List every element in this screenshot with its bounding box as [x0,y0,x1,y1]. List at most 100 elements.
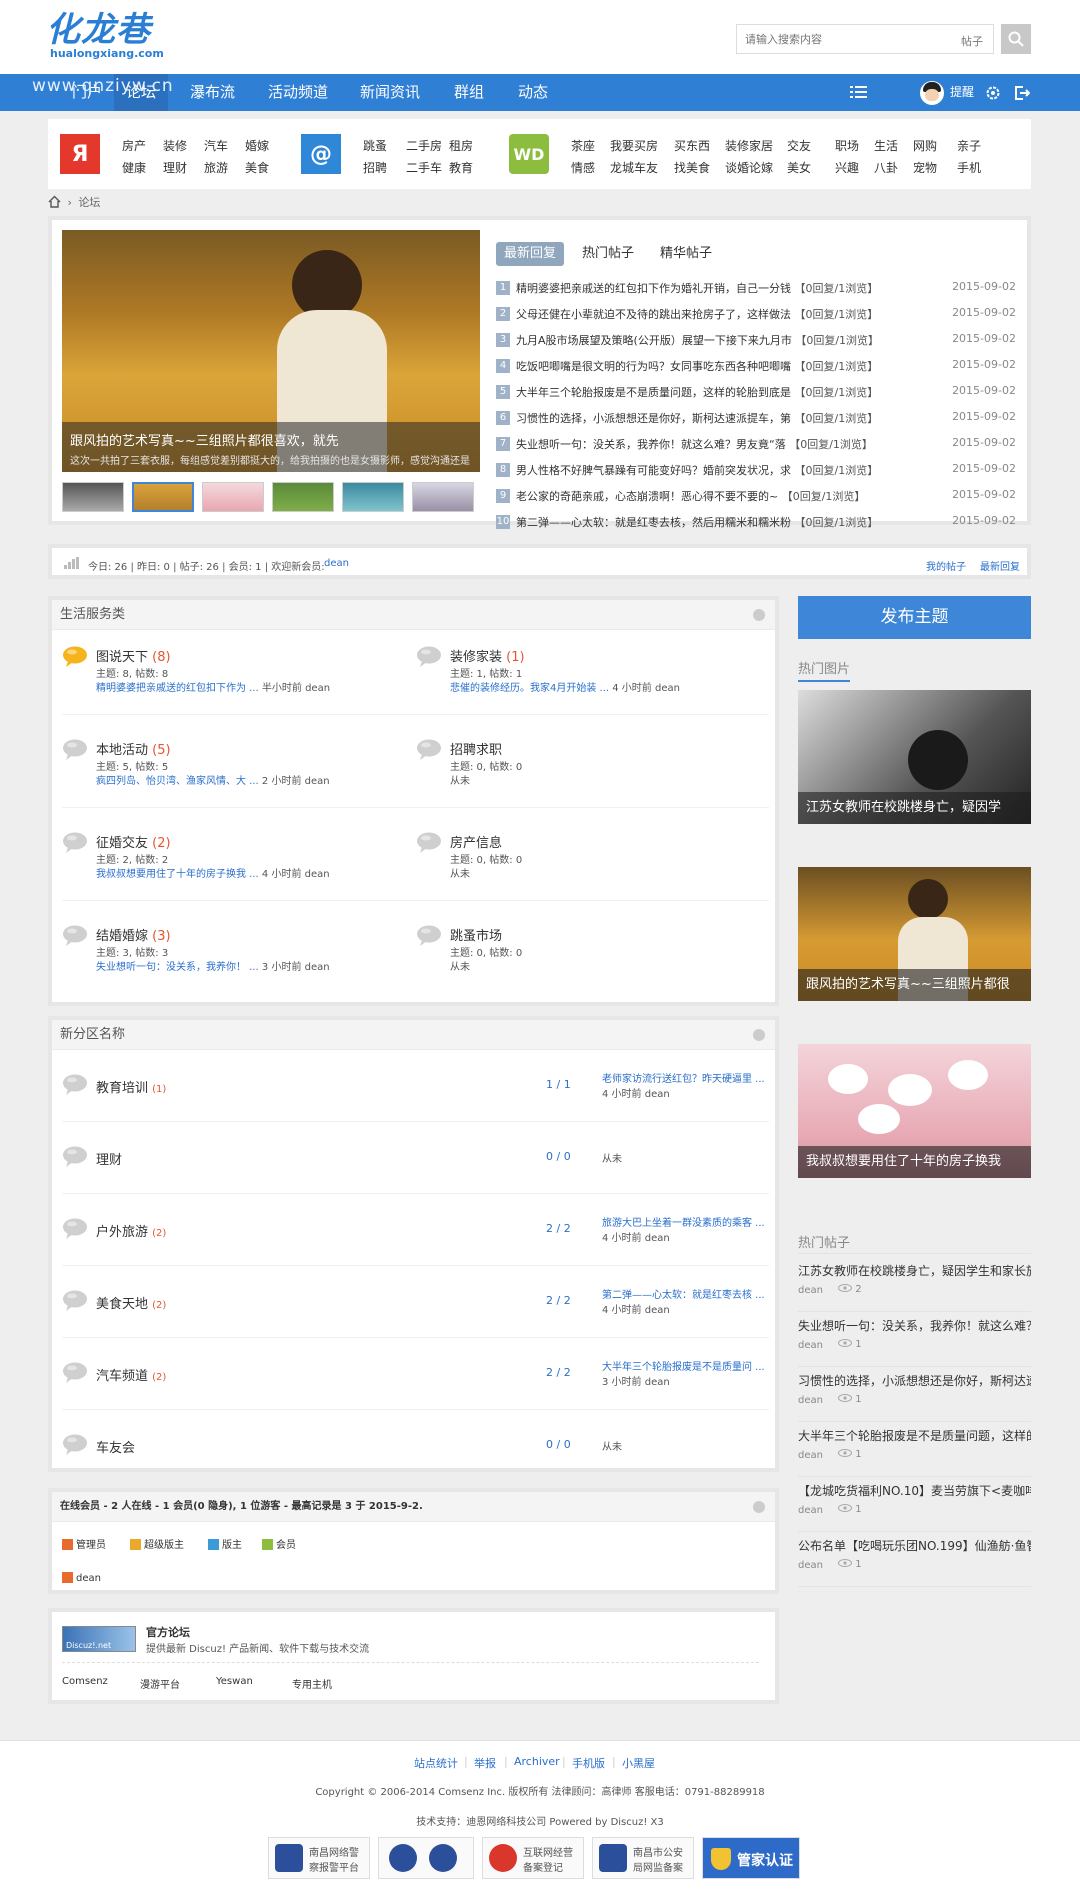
badge-police-report[interactable]: 南昌网络警察报警平台 [268,1837,370,1879]
forum-row[interactable]: 车友会 0 / 0 从未 [62,1410,769,1482]
nav-item-news[interactable]: 新闻资讯 [360,74,420,111]
online-user[interactable]: dean [62,1572,101,1584]
collapse-icon[interactable] [753,1501,765,1513]
link-manyou[interactable]: 漫游平台 [140,1676,180,1691]
post-row[interactable]: 8 男人性格不好脾气暴躁有可能变好吗？婚前突发状况，求 【0回复/1浏览】 2015… [496,460,1016,480]
forum-title[interactable]: 图说天下 (8) [96,646,171,665]
slide-caption[interactable]: 跟风拍的艺术写真~~三组照片都很喜欢，就先 这次一共拍了三套衣服，每组感觉差别都… [62,422,480,472]
avatar[interactable] [920,81,944,105]
category-link[interactable]: 教育 [449,159,473,176]
post-row[interactable]: 7 失业想听一句：没关系，我养你！就这么难？男友竟“落 【0回复/1浏览】 2015… [496,434,1016,454]
category-link[interactable]: 情感 [571,159,595,176]
hot-post-title[interactable]: 大半年三个轮胎报废是不是质量问题，这样的 [798,1427,1031,1444]
my-posts-link[interactable]: 我的帖子 [926,558,966,573]
category-link[interactable]: 生活 [874,137,898,154]
forum-item[interactable]: 本地活动 (5) 主题: 5, 帖数: 5 疯四列岛、怡贝湾、渔家风情、大 ... … [62,739,402,809]
category-link[interactable]: 装修家居 [725,137,773,154]
forum-title[interactable]: 户外旅游 (2) [96,1221,166,1240]
post-title[interactable]: 精明婆婆把亲戚送的红包扣下作为婚礼开销，自己一分钱 【0回复/1浏览】 [516,280,878,296]
forum-last-post[interactable]: 我叔叔想要用住了十年的房子换我 ... 4 小时前 dean [96,865,330,880]
footer-link[interactable]: 举报 [474,1755,496,1771]
category-icon-1[interactable]: Я [60,134,100,174]
forum-title[interactable]: 美食天地 (2) [96,1293,166,1312]
tab-hot[interactable]: 热门帖子 [582,242,634,266]
category-link[interactable]: 旅游 [204,159,228,176]
post-title[interactable]: 九月A股市场展望及策略(公开版）展望一下接下来九月市 【0回复/1浏览】 [516,332,879,348]
category-link[interactable]: 兴趣 [835,159,859,176]
post-title[interactable]: 习惯性的选择，小派想想还是你好，斯柯达速派提车，第 【0回复/1浏览】 [516,410,878,426]
forum-title[interactable]: 理财 [96,1149,122,1168]
forum-title[interactable]: 装修家装 (1) [450,646,525,665]
home-icon[interactable] [48,195,61,208]
footer-link[interactable]: 手机版 [572,1755,605,1771]
category-link[interactable]: 跳蚤 [363,137,387,154]
forum-title[interactable]: 汽车频道 (2) [96,1365,166,1384]
slide-thumb-3[interactable] [202,482,264,512]
gear-icon[interactable] [985,85,1001,101]
post-row[interactable]: 4 吃饭吧唧嘴是很文明的行为吗？女同事吃东西各种吧唧嘴 【0回复/1浏览】 2015… [496,356,1016,376]
forum-item[interactable]: 招聘求职 主题: 0, 帖数: 0 从未 [416,739,756,809]
search-input[interactable] [737,25,937,53]
category-link[interactable]: 汽车 [204,137,228,154]
forum-title[interactable]: 教育培训 (1) [96,1077,166,1096]
link-yeswan[interactable]: Yeswan [216,1676,253,1687]
category-link[interactable]: 网购 [913,137,937,154]
category-link[interactable]: 租房 [449,137,473,154]
post-title[interactable]: 失业想听一句：没关系，我养你！就这么难？男友竟“落 【0回复/1浏览】 [516,436,873,452]
hot-post-author[interactable]: dean [798,1505,823,1516]
tab-latest[interactable]: 最新回复 [496,242,565,266]
link-comsenz[interactable]: Comsenz [62,1676,108,1687]
hot-image-3[interactable]: 我叔叔想要用住了十年的房子换我 [798,1044,1031,1178]
category-link[interactable]: 宠物 [913,159,937,176]
category-link[interactable]: 亲子 [957,137,981,154]
badge-guanjia[interactable]: 管家认证 [702,1837,800,1879]
hot-post-item[interactable]: 公布名单【吃喝玩乐团NO.199】仙渔舫·鱼智 dean 1 [798,1533,1031,1587]
category-link[interactable]: 买东西 [674,137,710,154]
forum-item[interactable]: 跳蚤市场 主题: 0, 帖数: 0 从未 [416,925,756,995]
category-icon-2[interactable]: @ [301,134,341,174]
slide-thumb-1[interactable] [62,482,124,512]
post-title[interactable]: 第二弹——心太软：就是红枣去核，然后用糯米和糯米粉 【0回复/1浏览】 [516,514,878,530]
post-title[interactable]: 吃饭吧唧嘴是很文明的行为吗？女同事吃东西各种吧唧嘴 【0回复/1浏览】 [516,358,878,374]
forum-row[interactable]: 户外旅游 (2) 2 / 2 旅游大巴上坐着一群没素质的乘客 ... 4 小时前 de… [62,1194,769,1266]
category-link[interactable]: 二手房 [406,137,442,154]
category-link[interactable]: 美食 [245,159,269,176]
category-link[interactable]: 八卦 [874,159,898,176]
post-row[interactable]: 10 第二弹——心太软：就是红枣去核，然后用糯米和糯米粉 【0回复/1浏览】 201… [496,512,1016,532]
post-row[interactable]: 5 大半年三个轮胎报废是不是质量问题，这样的轮胎到底是 【0回复/1浏览】 2015… [496,382,1016,402]
hot-image-2[interactable]: 跟风拍的艺术写真~~三组照片都很 [798,867,1031,1001]
hot-post-author[interactable]: dean [798,1395,823,1406]
post-title[interactable]: 父母还健在小辈就迫不及待的跳出来抢房子了，这样做法 【0回复/1浏览】 [516,306,878,322]
post-row[interactable]: 1 精明婆婆把亲戚送的红包扣下作为婚礼开销，自己一分钱 【0回复/1浏览】 2015… [496,278,1016,298]
discuz-logo[interactable]: Discuz!.net [62,1626,136,1652]
footer-link[interactable]: Archiver [514,1755,560,1768]
hot-post-author[interactable]: dean [798,1560,823,1571]
badge-netsec[interactable]: 南昌市公安局网监备案 [592,1837,694,1879]
link-hosting[interactable]: 专用主机 [292,1676,332,1691]
forum-row[interactable]: 教育培训 (1) 1 / 1 老师家访流行送红包？昨天硬逼里 ... 4 小时前 de… [62,1050,769,1122]
hot-post-title[interactable]: 公布名单【吃喝玩乐团NO.199】仙渔舫·鱼智 [798,1537,1031,1554]
forum-last-post[interactable]: 旅游大巴上坐着一群没素质的乘客 ... [602,1214,765,1229]
category-link[interactable]: 手机 [957,159,981,176]
hot-post-item[interactable]: 江苏女教师在校跳楼身亡，疑因学生和家长施 dean 2 [798,1258,1031,1312]
nav-item-feed[interactable]: 动态 [518,74,548,111]
hot-post-title[interactable]: 江苏女教师在校跳楼身亡，疑因学生和家长施 [798,1262,1031,1279]
forum-last-post[interactable]: 精明婆婆把亲戚送的红包扣下作为 ... 半小时前 dean [96,679,330,694]
hot-post-item[interactable]: 失业想听一句：没关系，我养你！就这么难？ dean 1 [798,1313,1031,1367]
post-title[interactable]: 老公家的奇葩亲戚，心态崩溃啊！恶心得不要不要的~ 【0回复/1浏览】 [516,488,865,504]
search-button[interactable] [1001,24,1031,54]
slide-thumb-5[interactable] [342,482,404,512]
category-link[interactable]: 交友 [787,137,811,154]
post-title[interactable]: 大半年三个轮胎报废是不是质量问题，这样的轮胎到底是 【0回复/1浏览】 [516,384,878,400]
nav-item-events[interactable]: 活动频道 [268,74,328,111]
forum-title[interactable]: 房产信息 [450,832,502,851]
latest-replies-link[interactable]: 最新回复 [980,558,1020,573]
forum-last-post[interactable]: 悲催的装修经历。我家4月开始装 ... 4 小时前 dean [450,679,680,694]
forum-item[interactable]: 图说天下 (8) 主题: 8, 帖数: 8 精明婆婆把亲戚送的红包扣下作为 ... … [62,646,402,716]
forum-last-post[interactable]: 疯四列岛、怡贝湾、渔家风情、大 ... 2 小时前 dean [96,772,330,787]
category-link[interactable]: 房产 [122,137,146,154]
slide-thumb-4[interactable] [272,482,334,512]
forum-title[interactable]: 征婚交友 (2) [96,832,171,851]
category-link[interactable]: 健康 [122,159,146,176]
slide-thumb-6[interactable] [412,482,474,512]
